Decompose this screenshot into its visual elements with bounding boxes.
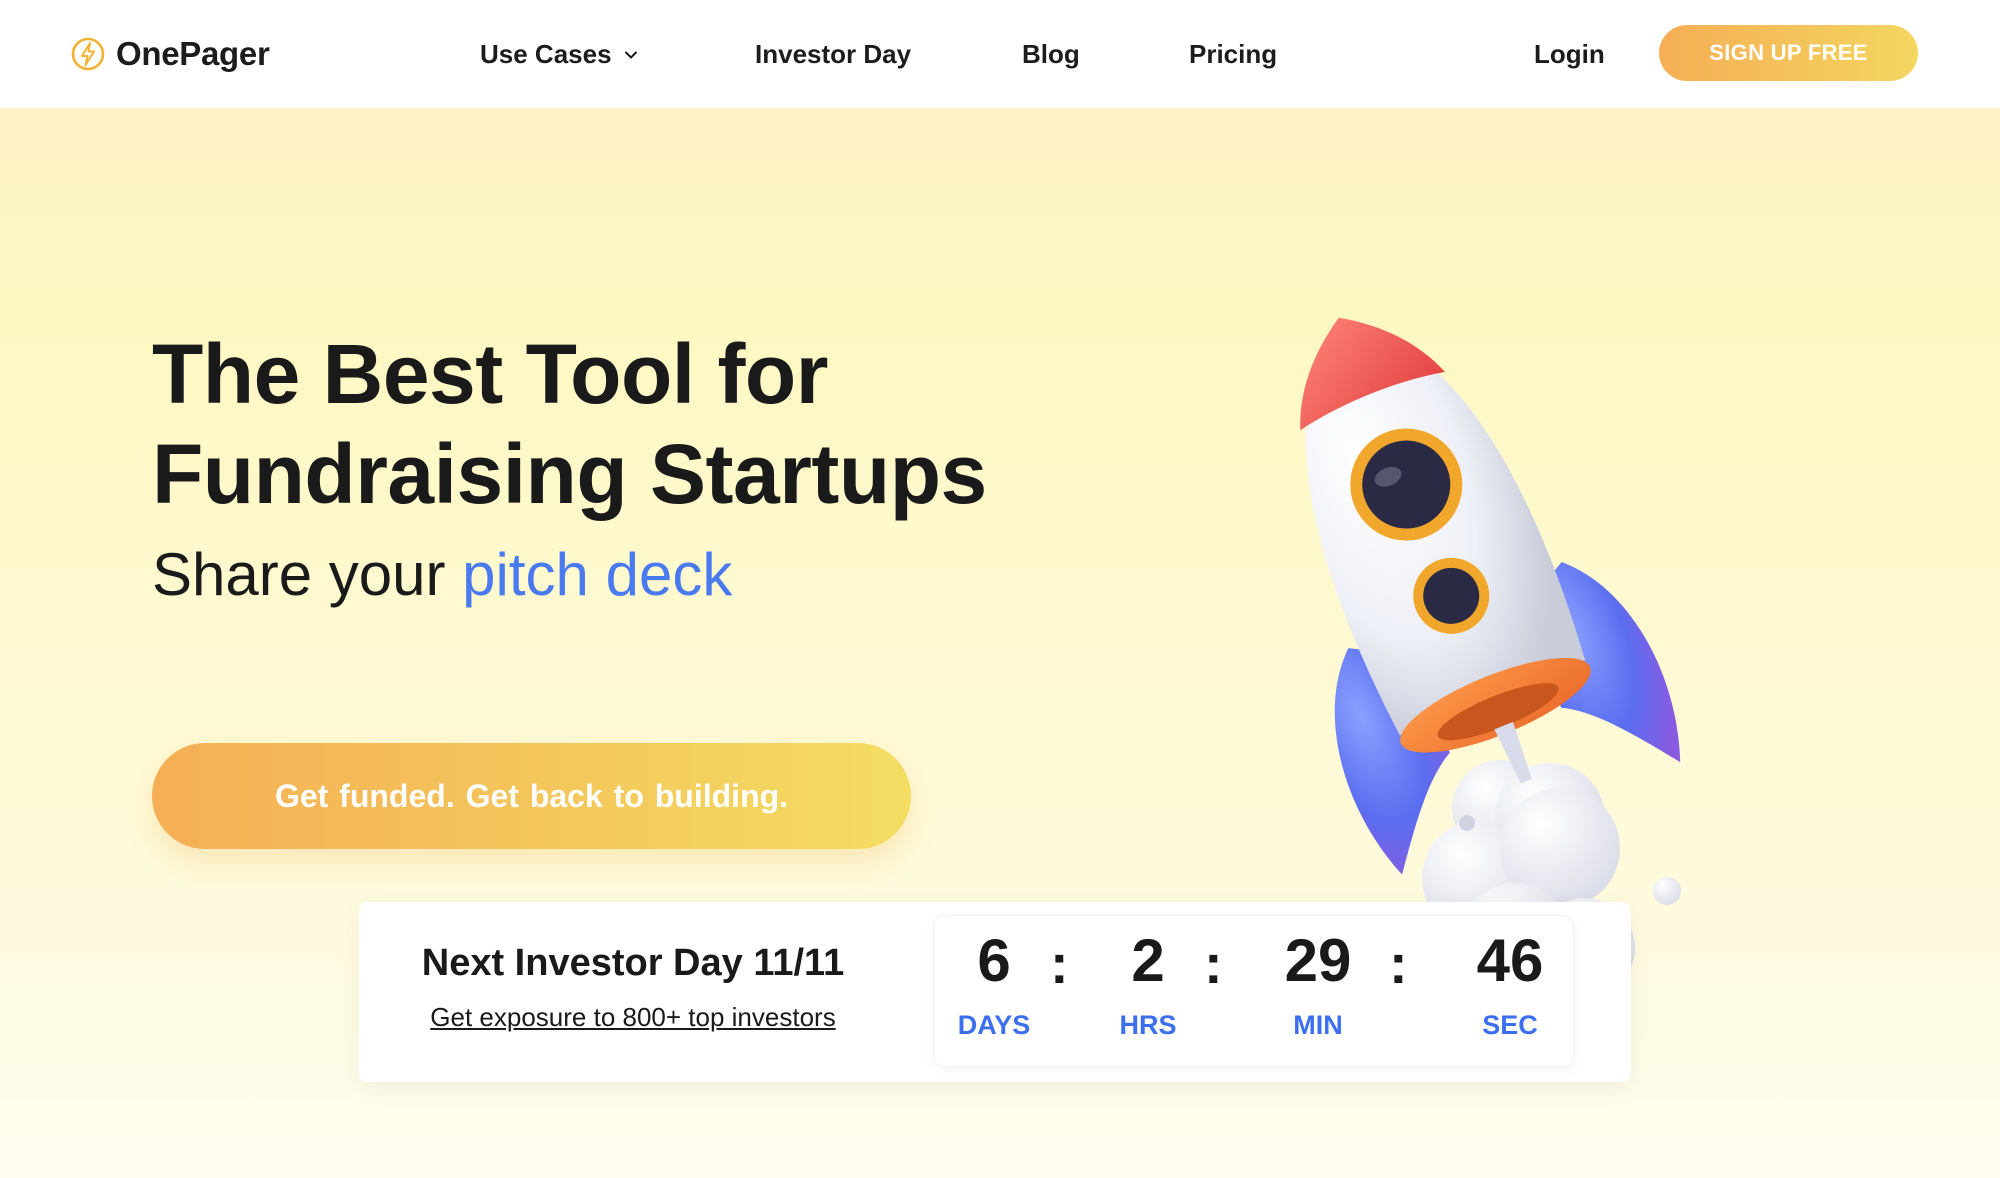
logo[interactable]: OnePager: [70, 34, 270, 74]
subline-accent: pitch deck: [462, 541, 733, 608]
hero-headline: The Best Tool for Fundraising Startups: [152, 324, 1052, 524]
nav-investor-day[interactable]: Investor Day: [755, 34, 911, 74]
investor-exposure-link[interactable]: Get exposure to 800+ top investors: [359, 1002, 907, 1033]
countdown-separator: :: [1050, 932, 1069, 995]
countdown-hours-value: 2: [1131, 927, 1165, 994]
headline-line-1: The Best Tool for: [152, 327, 828, 421]
hero-section: The Best Tool for Fundraising Startups S…: [0, 108, 2000, 1178]
countdown-separator: :: [1389, 932, 1408, 995]
nav-use-cases[interactable]: Use Cases: [480, 34, 640, 74]
subline-prefix: Share your: [152, 541, 463, 608]
nav-pricing[interactable]: Pricing: [1189, 34, 1277, 74]
chevron-down-icon: [624, 51, 637, 59]
countdown-days-value: 6: [977, 927, 1011, 994]
nav-use-cases-label: Use Cases: [480, 38, 612, 69]
countdown-minutes-label: MIN: [1293, 1010, 1343, 1040]
countdown-hours-label: HRS: [1119, 1010, 1177, 1040]
nav-blog[interactable]: Blog: [1022, 34, 1080, 74]
hero-subline: Share your pitch deck: [152, 540, 732, 610]
countdown-seconds-label: SEC: [1482, 1010, 1538, 1040]
countdown-separator: :: [1204, 932, 1223, 995]
lightning-bolt-icon: [71, 37, 105, 71]
logo-text: OnePager: [116, 35, 270, 72]
signup-button[interactable]: SIGN UP FREE: [1659, 25, 1918, 81]
countdown-title: Next Investor Day 11/11: [421, 942, 845, 984]
countdown-days-label: DAYS: [957, 1010, 1031, 1040]
get-funded-button[interactable]: Get funded. Get back to building.: [152, 743, 911, 849]
countdown-seconds-value: 46: [1476, 927, 1544, 994]
login-link[interactable]: Login: [1534, 34, 1605, 74]
headline-line-2: Fundraising Startups: [152, 427, 987, 521]
countdown-minutes-value: 29: [1284, 927, 1352, 994]
top-navbar: OnePager Use Cases Investor Day Blog Pri…: [0, 0, 2000, 108]
countdown-timer: 6 DAYS : 2 HRS : 29 MIN : 46 SEC: [934, 916, 1573, 1066]
investor-day-countdown-card: Next Investor Day 11/11 Get exposure to …: [359, 902, 1631, 1082]
